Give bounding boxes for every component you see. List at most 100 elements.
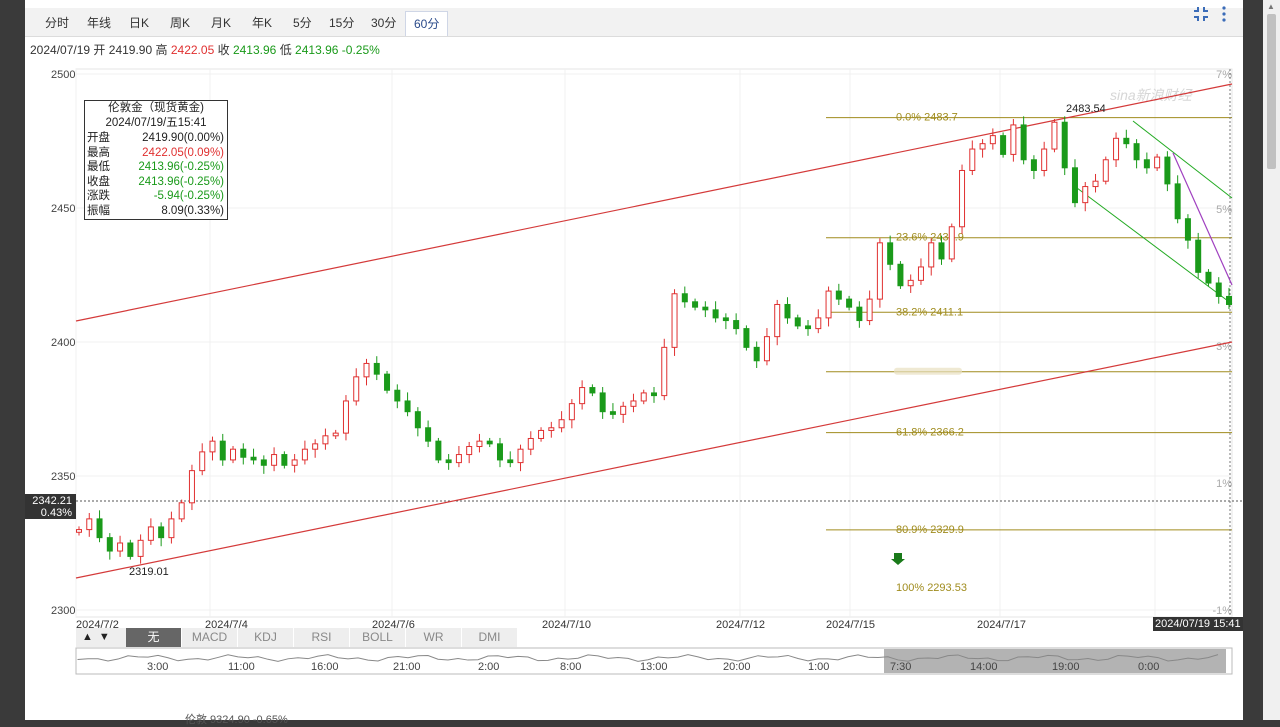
candle-body (1205, 271, 1212, 284)
candle-body (384, 373, 391, 391)
candle-body (948, 226, 955, 260)
candle-body (137, 539, 144, 557)
candle-body (96, 518, 103, 539)
candle-body (363, 362, 370, 378)
channel-lower-line (75, 341, 1233, 579)
tooltip-row-value: -5.94(-0.25%) (153, 190, 224, 203)
candle-body (404, 400, 411, 413)
candle-body (866, 298, 873, 322)
candle-body (959, 169, 966, 228)
indicator-tab-1[interactable]: MACD (182, 628, 238, 647)
candle-body (856, 306, 863, 322)
pct-tick-label: -1% (1212, 605, 1232, 617)
candle-body (527, 437, 534, 450)
low-annotation: 2319.01 (129, 566, 169, 578)
candle-body (989, 135, 996, 145)
indicator-tab-0[interactable]: 无 (126, 628, 182, 647)
candle-body (1164, 156, 1171, 185)
crosshair-date-tag: 2024/07/19 15:41 (1153, 617, 1243, 631)
candle-body (260, 459, 267, 466)
candle-body (1195, 239, 1202, 273)
candle-body (199, 451, 206, 472)
tooltip-row-value: 2419.90(0.00%) (142, 132, 224, 144)
candle-body (1215, 282, 1222, 297)
navigator-time-label: 3:00 (147, 661, 168, 673)
indicator-tab-5[interactable]: WR (406, 628, 462, 647)
candle-body (876, 242, 883, 300)
candle-body (620, 405, 627, 415)
fib-level-label: 100% 2293.53 (896, 582, 967, 594)
candle-body (435, 440, 442, 461)
indicator-tab-3[interactable]: RSI (294, 628, 350, 647)
candle-body (743, 328, 750, 348)
tooltip-row: 振幅 8.09(0.33%) (85, 204, 227, 219)
candle-body (322, 435, 329, 445)
candle-body (661, 346, 668, 397)
candle-body (219, 440, 226, 461)
candle-body (692, 301, 699, 308)
tooltip-row: 最低 2413.96(-0.25%) (85, 160, 227, 175)
navigator-time-label: 21:00 (393, 661, 421, 673)
tooltip-row-label: 开盘 (87, 132, 110, 144)
candle-body (127, 542, 134, 557)
candle-body (640, 392, 647, 402)
candle-body (1010, 124, 1017, 155)
candle-body (805, 325, 812, 330)
candle-body (455, 454, 462, 464)
trend-purple-line (1172, 152, 1233, 286)
candle-body (589, 387, 596, 394)
candle-body (496, 443, 503, 461)
pct-tick-label: 1% (1216, 478, 1232, 490)
candle-body (301, 448, 308, 461)
plot-area (75, 68, 1233, 618)
candle-body (825, 290, 832, 319)
next-arrow-icon[interactable]: ▼ (99, 631, 110, 643)
candle-body (158, 526, 165, 539)
candle-body (414, 411, 421, 429)
candle-body (928, 242, 935, 268)
x-tick-label: 2024/7/12 (716, 619, 765, 631)
x-tick-label: 2024/7/15 (826, 619, 875, 631)
navigator-time-label: 1:00 (808, 661, 829, 673)
indicator-tab-2[interactable]: KDJ (238, 628, 294, 647)
candle-body (835, 290, 842, 300)
fib-level-label: 80.9% 2329.9 (896, 524, 964, 536)
fib-level-label: 61.8% 2366.2 (896, 427, 964, 439)
candle-body (394, 389, 401, 402)
prev-arrow-icon[interactable]: ▲ (82, 631, 93, 643)
candle-body (763, 336, 770, 362)
tooltip-row-label: 收盘 (87, 175, 110, 188)
candle-body (117, 542, 124, 552)
candle-body (1102, 159, 1109, 182)
crosshair-pct: 0.43% (40, 507, 72, 519)
candle-body (846, 298, 853, 308)
candle-body (784, 303, 791, 319)
tooltip-row: 涨跌 -5.94(-0.25%) (85, 189, 227, 204)
candle-body (425, 427, 432, 442)
navigator-time-label: 2:00 (478, 661, 499, 673)
candle-body (1226, 295, 1232, 305)
down-arrow-icon (891, 553, 905, 565)
y-tick-label: 2500 (51, 69, 75, 81)
candle-body (887, 242, 894, 265)
y-tick-label: 2350 (51, 471, 75, 483)
navigator-time-label: 14:00 (970, 661, 998, 673)
candle-body (712, 309, 719, 319)
candle-body (1041, 148, 1048, 171)
candle-body (609, 411, 616, 415)
indicator-tab-6[interactable]: DMI (462, 628, 518, 647)
navigator-time-label: 20:00 (723, 661, 751, 673)
candle-body (938, 242, 945, 260)
candle-body (178, 502, 185, 520)
tooltip-row-label: 最高 (87, 146, 110, 159)
candle-body (230, 448, 237, 461)
tooltip-row: 最高 2422.05(0.09%) (85, 146, 227, 161)
tooltip-time: 2024/07/19/五15:41 (105, 117, 207, 129)
candle-body (250, 456, 257, 461)
candle-body (907, 279, 914, 287)
indicator-tab-4[interactable]: BOLL (350, 628, 406, 647)
tooltip-row-label: 最低 (87, 161, 110, 174)
crosshair-price-tag: 2342.21 0.43% (25, 494, 76, 519)
candle-body (476, 440, 483, 448)
candle-body (538, 429, 545, 439)
